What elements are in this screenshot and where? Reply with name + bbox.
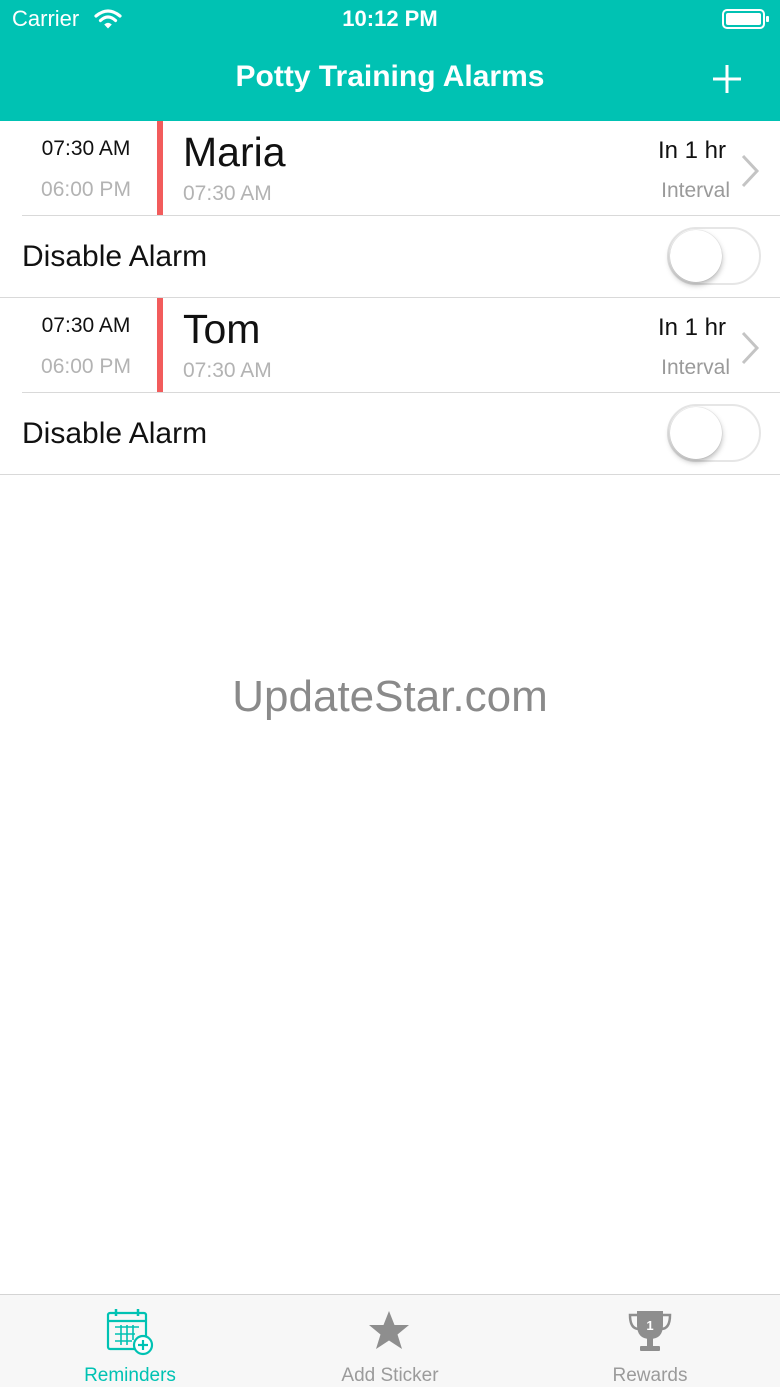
disable-alarm-toggle[interactable] bbox=[667, 404, 761, 462]
svg-text:1: 1 bbox=[646, 1318, 653, 1333]
disable-alarm-label: Disable Alarm bbox=[22, 417, 208, 450]
status-time: 10:12 PM bbox=[342, 6, 438, 31]
header: Carrier 10:12 PM Potty Training Alarms bbox=[0, 0, 780, 121]
child-name: Maria bbox=[183, 129, 286, 175]
watermark: UpdateStar.com bbox=[232, 672, 548, 721]
child-name: Tom bbox=[183, 306, 261, 352]
chevron-right-icon bbox=[741, 331, 760, 365]
chevron-right-icon bbox=[741, 154, 760, 188]
toggle-knob bbox=[670, 407, 722, 459]
tab-label: Rewards bbox=[612, 1365, 688, 1386]
toggle-knob bbox=[670, 230, 722, 282]
alarm-row-tom[interactable]: 07:30 AM 06:00 PM Tom 07:30 AM In 1 hr I… bbox=[0, 298, 780, 393]
battery-icon bbox=[722, 9, 769, 29]
alarm-end-time: 06:00 PM bbox=[41, 355, 131, 378]
tab-bar: Reminders Add Sticker 1 Rewards bbox=[0, 1294, 780, 1387]
alarm-mode: Interval bbox=[661, 356, 730, 379]
disable-alarm-row-maria: Disable Alarm bbox=[0, 216, 780, 297]
trophy-icon: 1 bbox=[628, 1311, 672, 1351]
alarm-color-marker bbox=[157, 298, 163, 393]
tab-reminders[interactable]: Reminders bbox=[0, 1295, 260, 1387]
disable-alarm-label: Disable Alarm bbox=[22, 240, 208, 273]
alarm-countdown: In 1 hr bbox=[657, 314, 726, 341]
plus-icon bbox=[713, 65, 741, 93]
disable-alarm-row-tom: Disable Alarm bbox=[0, 393, 780, 474]
page-title: Potty Training Alarms bbox=[235, 60, 545, 93]
alarm-mode: Interval bbox=[661, 179, 730, 202]
alarm-start-time: 07:30 AM bbox=[41, 137, 131, 160]
app-screen: Carrier 10:12 PM Potty Training Alarms 0 bbox=[0, 0, 780, 1387]
alarm-color-marker bbox=[157, 121, 163, 216]
disable-alarm-toggle[interactable] bbox=[667, 227, 761, 285]
alarm-countdown: In 1 hr bbox=[657, 137, 726, 164]
tab-add-sticker[interactable]: Add Sticker bbox=[260, 1295, 520, 1387]
tab-label: Reminders bbox=[84, 1365, 176, 1386]
alarm-start-time: 07:30 AM bbox=[41, 314, 131, 337]
tab-rewards[interactable]: 1 Rewards bbox=[520, 1295, 780, 1387]
divider bbox=[0, 474, 780, 475]
tab-label: Add Sticker bbox=[341, 1365, 439, 1386]
star-icon bbox=[369, 1311, 409, 1349]
calendar-add-icon bbox=[106, 1309, 154, 1356]
alarm-end-time: 06:00 PM bbox=[41, 178, 131, 201]
add-alarm-button[interactable] bbox=[704, 56, 750, 102]
status-bar: Carrier 10:12 PM bbox=[0, 0, 780, 40]
alarm-row-maria[interactable]: 07:30 AM 06:00 PM Maria 07:30 AM In 1 hr… bbox=[0, 121, 780, 216]
next-alarm-time: 07:30 AM bbox=[183, 182, 272, 205]
next-alarm-time: 07:30 AM bbox=[183, 359, 272, 382]
